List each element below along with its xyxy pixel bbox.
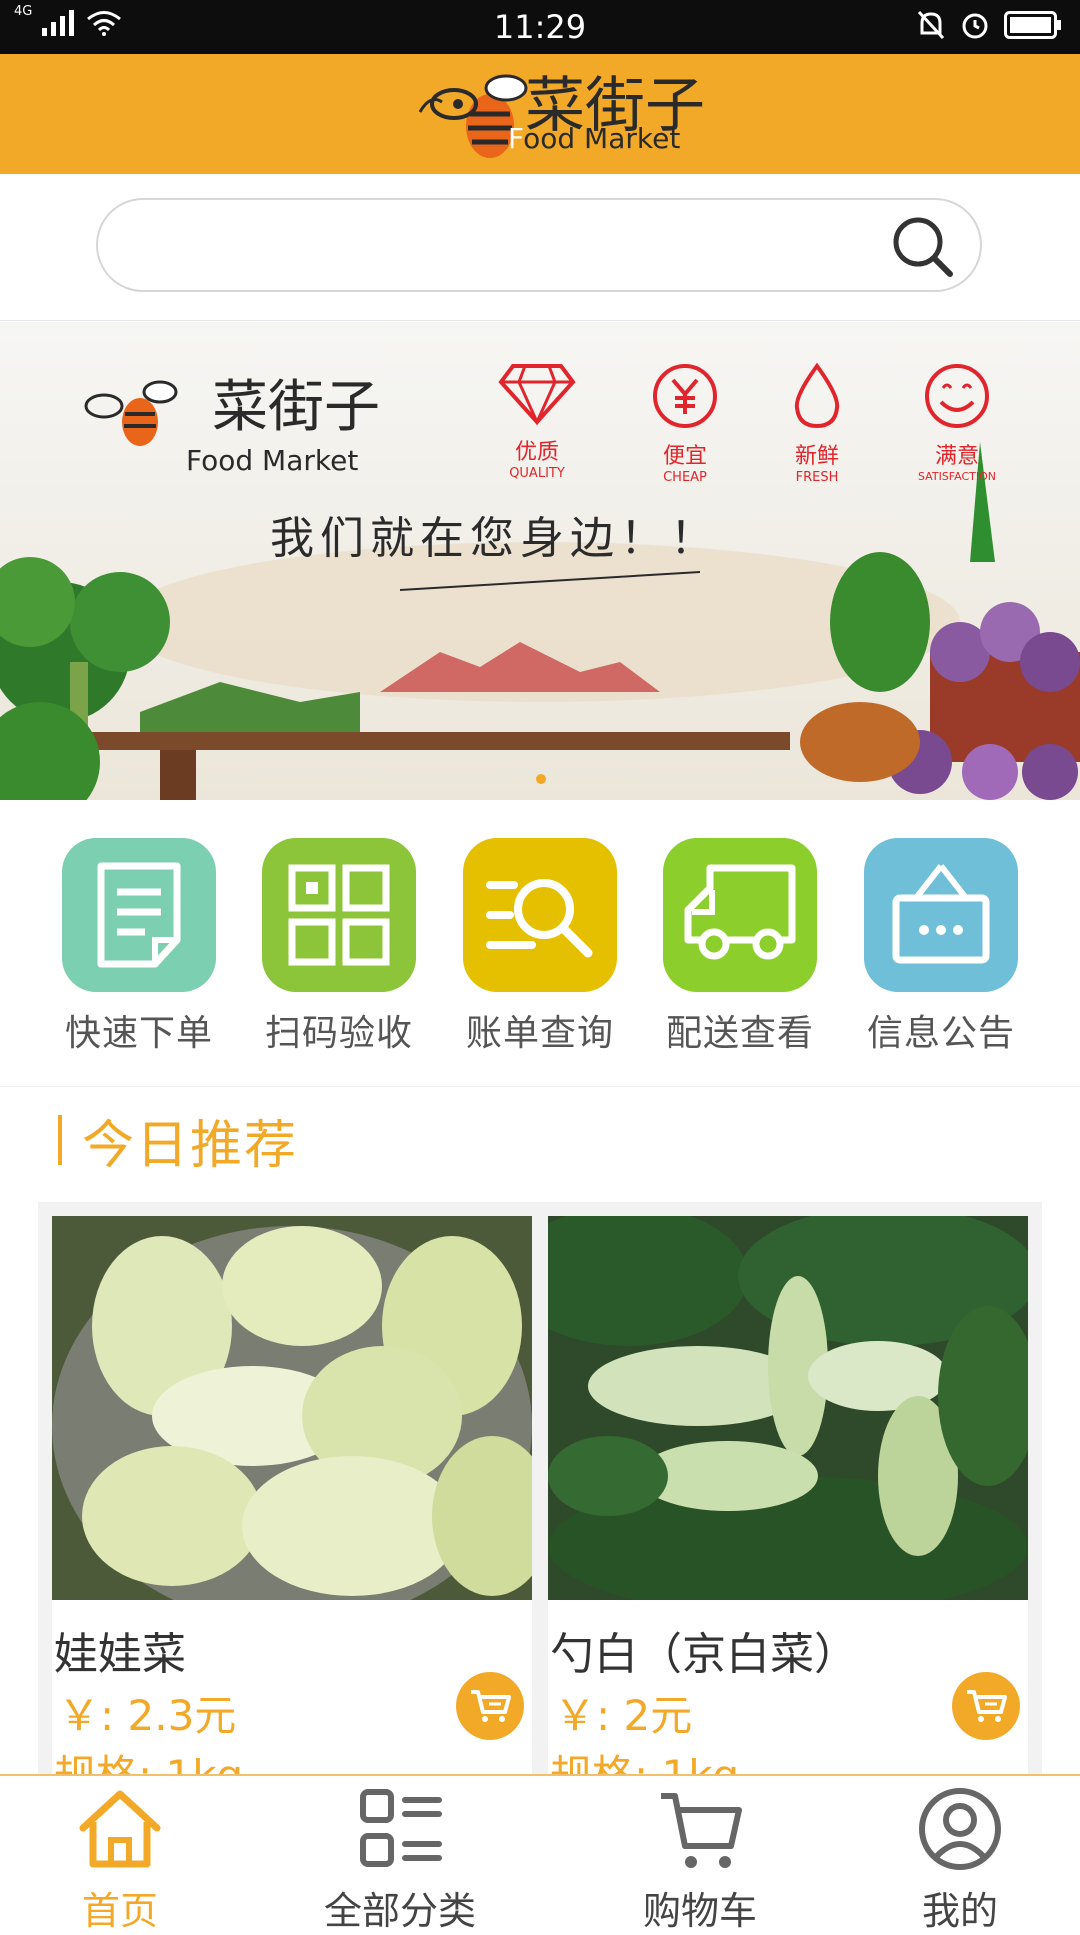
bill-search-icon	[463, 838, 617, 992]
battery-icon	[1004, 11, 1061, 39]
section-title-text: 今日推荐	[82, 1115, 299, 1176]
feature-quality: 优质 QUALITY	[482, 362, 592, 481]
feature-cheap: 便宜 CHEAP	[630, 362, 740, 485]
product-image-bok-choy[interactable]	[548, 1216, 1028, 1600]
product-image-napa-cabbage[interactable]	[52, 1216, 532, 1600]
water-drop-icon	[794, 362, 840, 429]
quick-order-label: 快速下单	[64, 1013, 213, 1054]
search-icon[interactable]	[890, 214, 956, 280]
delivery-view-button[interactable]: 配送查看	[660, 838, 820, 1056]
feature-fresh-cn: 新鲜	[794, 444, 839, 469]
diamond-icon	[498, 364, 576, 426]
notice-board-icon	[864, 838, 1018, 992]
logo-text-en-rest: ood Market	[523, 122, 681, 155]
feature-quality-en: QUALITY	[509, 466, 565, 481]
cart-icon	[471, 1690, 511, 1722]
cart-icon	[661, 1793, 742, 1868]
tab-home[interactable]: 首页	[20, 1784, 220, 1935]
status-bar: 4G 11:29	[0, 0, 1080, 54]
feature-satisfaction-cn: 满意	[934, 444, 979, 469]
notice-label: 信息公告	[866, 1013, 1015, 1054]
product-card[interactable]: 娃娃菜 ￥: 2.3元 规格: 1kg	[52, 1216, 532, 1782]
product-name: 娃娃菜	[54, 1629, 186, 1680]
add-to-cart-button[interactable]	[456, 1672, 524, 1740]
cart-icon	[967, 1690, 1007, 1722]
feature-satisfaction-en: SATISFACTION	[918, 470, 996, 483]
search-input[interactable]	[96, 198, 982, 292]
logo-text-en-f: F	[508, 122, 524, 155]
app-header: 菜街子 Food Market	[0, 54, 1080, 174]
bottom-tab-bar: 首页 全部分类 购物车 我的	[0, 1774, 1080, 1933]
section-title-bar	[58, 1115, 62, 1165]
search-section	[0, 174, 1080, 321]
smile-icon	[925, 364, 989, 428]
feature-fresh-en: FRESH	[795, 470, 839, 485]
home-icon	[79, 1790, 161, 1868]
product-price: ￥: 2.3元	[58, 1691, 237, 1740]
product-grid: 娃娃菜 ￥: 2.3元 规格: 1kg 勺白（京白菜） ￥: 2元 规格: 1k…	[38, 1202, 1042, 1782]
section-title: 今日推荐	[58, 1110, 298, 1176]
order-document-icon	[62, 838, 216, 992]
bill-query-label: 账单查询	[465, 1013, 614, 1054]
tab-cart[interactable]: 购物车	[600, 1784, 800, 1935]
tab-categories-label: 全部分类	[323, 1889, 476, 1933]
tab-categories[interactable]: 全部分类	[300, 1784, 500, 1935]
tab-cart-label: 购物车	[642, 1889, 757, 1933]
delivery-view-label: 配送查看	[665, 1013, 814, 1054]
banner-logo-cn: 菜街子	[212, 375, 380, 440]
add-to-cart-button[interactable]	[952, 1672, 1020, 1740]
tab-home-label: 首页	[81, 1889, 158, 1933]
user-icon	[919, 1788, 1001, 1870]
scan-accept-label: 扫码验收	[264, 1013, 413, 1054]
delivery-truck-icon	[663, 838, 817, 992]
feature-fresh: 新鲜 FRESH	[762, 362, 872, 485]
banner-logo-en: Food Market	[186, 444, 359, 477]
quick-order-button[interactable]: 快速下单	[59, 838, 219, 1056]
feature-quality-cn: 优质	[514, 440, 559, 465]
banner-slogan: 我们就在您身边！！	[270, 513, 720, 564]
feature-satisfaction: 满意 SATISFACTION	[902, 362, 1012, 483]
promo-banner[interactable]: 菜街子 Food Market 我们就在您身边！！ 优质 QUALITY 便宜 …	[0, 322, 1080, 800]
status-right	[916, 9, 1062, 41]
tab-mine-label: 我的	[921, 1889, 998, 1933]
tab-mine[interactable]: 我的	[860, 1784, 1060, 1935]
bell-muted-icon	[917, 10, 945, 40]
alarm-icon	[962, 13, 988, 39]
logo-text-en: Food Market	[508, 122, 680, 155]
product-price: ￥: 2元	[554, 1691, 693, 1740]
feature-cheap-en: CHEAP	[663, 470, 707, 485]
feature-cheap-cn: 便宜	[662, 444, 707, 469]
scan-accept-button[interactable]: 扫码验收	[259, 838, 419, 1056]
notice-button[interactable]: 信息公告	[861, 838, 1021, 1056]
yuan-icon	[653, 364, 717, 428]
banner-page-indicator[interactable]	[536, 774, 546, 784]
bill-query-button[interactable]: 账单查询	[460, 838, 620, 1056]
category-list-icon	[360, 1789, 442, 1867]
product-card[interactable]: 勺白（京白菜） ￥: 2元 规格: 1kg	[548, 1216, 1028, 1782]
quick-menu: 快速下单 扫码验收 账单查询 配送查看 信息公告	[0, 800, 1080, 1087]
product-name: 勺白（京白菜）	[550, 1629, 858, 1680]
qr-code-icon	[262, 838, 416, 992]
